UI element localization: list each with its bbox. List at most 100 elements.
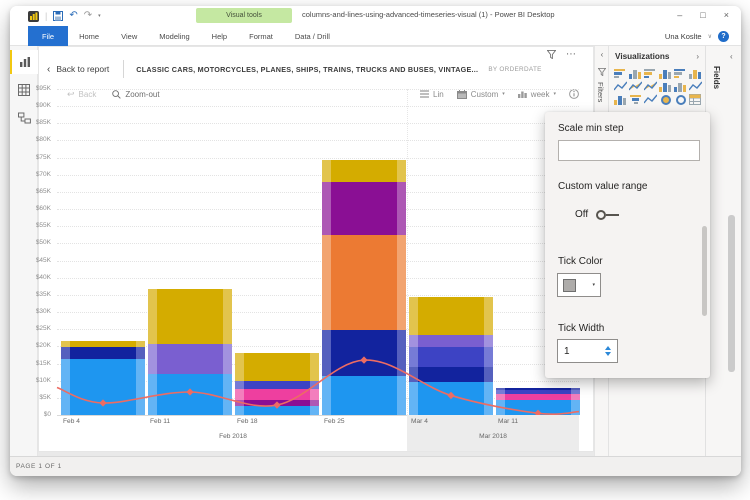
expand-fields-chevron-icon[interactable]: ‹ (730, 52, 733, 61)
x-axis: Feb 2018 Mar 2018 Feb 4 Feb 11 Feb 18 Feb 25 M… (57, 415, 579, 451)
y-axis-label: $25K (35, 325, 51, 333)
user-area: Una Koslte ∨ ? (665, 26, 729, 46)
report-view-button[interactable] (10, 50, 38, 74)
page-indicator: PAGE 1 OF 1 (16, 463, 62, 470)
y-axis-label: $20K (35, 342, 51, 350)
qat-customize-icon[interactable]: ▾ (98, 13, 101, 19)
tab-help[interactable]: Help (201, 26, 238, 46)
line-marker[interactable] (360, 356, 368, 364)
tab-home[interactable]: Home (68, 26, 110, 46)
spinner-up-icon[interactable] (605, 346, 611, 350)
y-axis-label: $0 (43, 411, 51, 418)
y-axis-label: $75K (35, 153, 51, 161)
trend-line (56, 356, 580, 417)
tab-file[interactable]: File (28, 26, 69, 46)
tick-color-dropdown[interactable]: ▾ (557, 273, 601, 297)
line-marker[interactable] (273, 401, 281, 409)
popup-scrollbar[interactable] (702, 226, 707, 316)
tick-width-label: Tick Width (558, 323, 605, 334)
y-axis-label: $30K (35, 308, 51, 316)
line-marker[interactable] (186, 388, 194, 396)
month-axis-label: Feb 2018 (219, 433, 247, 440)
stacked-area-chart-icon[interactable] (644, 81, 657, 92)
clustered-bar-chart-icon[interactable] (644, 68, 657, 79)
scale-min-step-input[interactable] (558, 140, 700, 161)
matrix-icon[interactable] (689, 94, 702, 105)
close-button[interactable]: × (724, 8, 729, 22)
custom-value-range-label: Custom value range (558, 181, 648, 192)
y-axis-label: $85K (35, 119, 51, 127)
model-view-button[interactable] (10, 106, 38, 130)
tick-color-label: Tick Color (558, 256, 603, 267)
main-content: ⋯ ‹ Back to report CLASSIC CARS, MOTORCY… (10, 46, 741, 456)
quick-access-toolbar: | ↶ ↷ ▾ (28, 9, 101, 23)
header-divider (123, 60, 125, 78)
help-icon[interactable]: ? (718, 30, 729, 42)
x-axis-label: Feb 25 (324, 418, 345, 425)
clustered-column-chart-icon[interactable] (659, 68, 672, 79)
maximize-button[interactable]: □ (700, 8, 705, 22)
collapse-visualizations-chevron-icon[interactable]: › (696, 52, 699, 61)
spinner-arrows[interactable] (605, 346, 611, 356)
pie-chart-icon[interactable] (659, 94, 672, 105)
line-and-stacked-column-chart-icon[interactable] (674, 81, 687, 92)
y-axis-label: $35K (35, 290, 51, 298)
y-axis-label: $55K (35, 222, 51, 230)
y-axis-label: $65K (35, 187, 51, 195)
separator: | (45, 11, 48, 21)
stacked-bar-chart-icon[interactable] (614, 68, 627, 79)
caret-down-icon: ▾ (592, 282, 595, 288)
report-view-icon (20, 57, 30, 67)
y-axis-label: $50K (35, 239, 51, 247)
visual-subtitle: BY ORDERDATE (488, 65, 542, 73)
stacked-column-chart-icon[interactable] (629, 68, 642, 79)
save-icon[interactable] (53, 11, 64, 21)
area-chart-icon[interactable] (629, 81, 642, 92)
donut-chart-icon[interactable] (674, 94, 687, 105)
scatter-chart-icon[interactable] (644, 94, 657, 105)
undo-icon[interactable]: ↶ (69, 11, 77, 21)
scale-min-step-label: Scale min step (558, 123, 624, 134)
tick-color-swatch (563, 278, 576, 292)
waterfall-chart-icon[interactable] (614, 94, 627, 105)
more-options-icon[interactable]: ⋯ (566, 49, 577, 60)
100-stacked-column-chart-icon[interactable] (689, 68, 702, 79)
filter-icon[interactable] (547, 50, 556, 59)
user-menu-chevron-icon[interactable]: ∨ (708, 33, 712, 40)
line-marker[interactable] (99, 399, 107, 407)
back-to-report-link[interactable]: ‹ Back to report (47, 64, 109, 75)
powerbi-logo-icon (28, 10, 39, 22)
tab-modeling[interactable]: Modeling (148, 26, 200, 46)
chart-plot-area: $0 $5K $10K $15K $20K $25K $30K $35K $40K $45K $50… (36, 85, 580, 418)
100-stacked-bar-chart-icon[interactable] (674, 68, 687, 79)
funnel-chart-icon[interactable] (629, 94, 642, 105)
ribbon: File Home View Modeling Help Format Data / Dri… (10, 26, 741, 46)
expand-filters-chevron-icon[interactable]: ‹ (595, 50, 609, 59)
y-axis-label: $40K (35, 273, 51, 281)
ribbon-chart-icon[interactable] (689, 81, 702, 92)
axis-settings-popup: Scale min step Custom value range Off Ti… (545, 112, 710, 378)
x-axis-label: Mar 11 (498, 418, 519, 425)
spinner-down-icon[interactable] (605, 352, 611, 356)
y-axis-label: $95K (35, 85, 51, 92)
tab-data-drill[interactable]: Data / Drill (284, 26, 341, 46)
status-bar: PAGE 1 OF 1 (10, 456, 741, 476)
line-and-clustered-column-chart-icon[interactable] (659, 81, 672, 92)
tick-width-spinner[interactable]: 1 (557, 339, 618, 363)
line-marker[interactable] (447, 391, 455, 400)
tab-format[interactable]: Format (238, 26, 284, 46)
x-axis-label: Feb 11 (150, 418, 171, 425)
x-axis-label: Mar 4 (411, 418, 428, 425)
minimize-button[interactable]: – (677, 8, 682, 22)
y-axis-label: $10K (35, 376, 51, 384)
line-chart-icon[interactable] (614, 81, 627, 92)
screenshot-stage: | ↶ ↷ ▾ Visual tools columns-and-lines-u… (0, 0, 750, 500)
redo-icon[interactable]: ↷ (84, 11, 92, 21)
custom-value-range-toggle[interactable]: Off (575, 209, 620, 220)
visual-header: ‹ Back to report CLASSIC CARS, MOTORCYCL… (47, 59, 542, 79)
tab-view[interactable]: View (110, 26, 148, 46)
title-bar: | ↶ ↷ ▾ Visual tools columns-and-lines-u… (10, 6, 741, 26)
toggle-knob (596, 209, 607, 220)
fields-scrollbar[interactable] (728, 215, 735, 372)
signed-in-user[interactable]: Una Koslte (665, 32, 702, 41)
